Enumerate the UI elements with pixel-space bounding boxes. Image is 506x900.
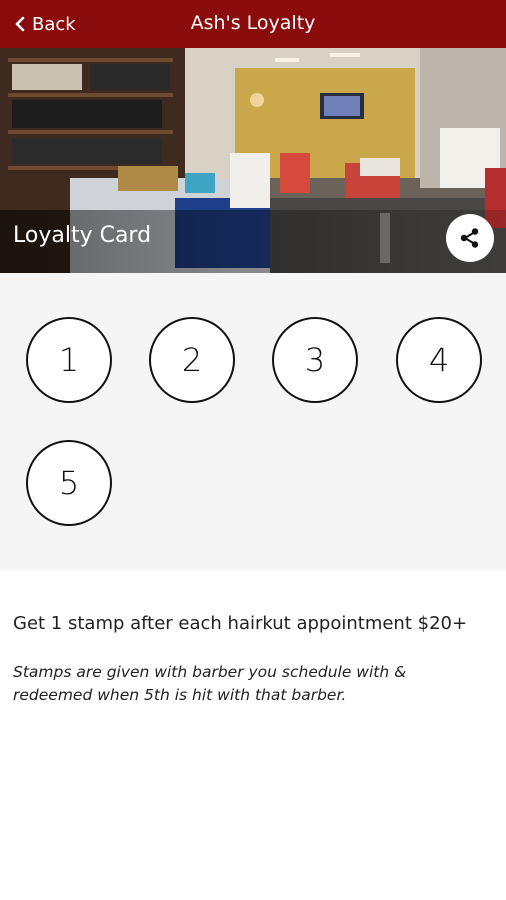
loyalty-note: Stamps are given with barber you schedul…	[13, 663, 407, 704]
share-icon	[460, 228, 479, 248]
stamp-5: 5	[26, 440, 112, 526]
top-bar: Back Ash's Loyalty	[0, 0, 506, 48]
stamp-2: 2	[149, 317, 235, 403]
share-button[interactable]	[446, 214, 494, 262]
stamp-1: 1	[26, 317, 112, 403]
loyalty-info: Get 1 stamp after each hairkut appointme…	[13, 612, 483, 707]
stamp-4: 4	[396, 317, 482, 403]
hero-title: Loyalty Card	[13, 223, 152, 248]
hero-banner: Loyalty Card	[0, 48, 506, 273]
page-title: Ash's Loyalty	[190, 12, 316, 34]
stamp-3: 3	[272, 317, 358, 403]
loyalty-description: Get 1 stamp after each hairkut appointme…	[13, 613, 468, 634]
stamp-grid: 1 2 3 4 5	[0, 273, 506, 570]
